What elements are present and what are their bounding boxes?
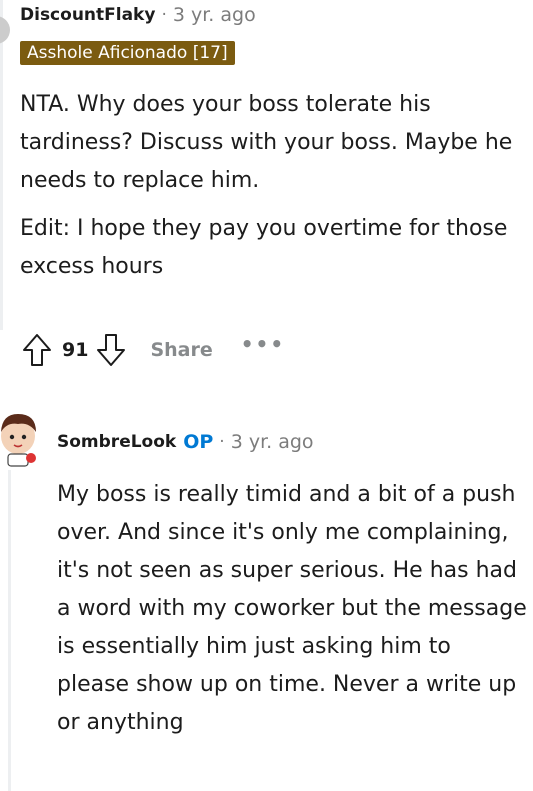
upvote-icon[interactable] [20, 330, 54, 370]
reply-timestamp[interactable]: 3 yr. ago [231, 431, 314, 453]
user-flair: Asshole Aficionado [17] [20, 41, 235, 65]
op-badge: OP [183, 431, 214, 453]
vote-score: 91 [62, 339, 89, 361]
more-options-button[interactable]: ••• [241, 332, 285, 356]
reply-body: My boss is really timid and a bit of a p… [57, 482, 527, 735]
downvote-icon[interactable] [94, 330, 128, 370]
thread-line-reply[interactable] [8, 470, 11, 791]
timestamp[interactable]: 3 yr. ago [173, 4, 256, 26]
username[interactable]: DiscountFlaky [20, 5, 155, 25]
comment-paragraph: NTA. Why does your boss tolerate his tar… [20, 92, 513, 193]
separator-dot: · [161, 5, 167, 25]
thread-line-top[interactable] [0, 0, 3, 330]
reply-meta: SombreLook OP · 3 yr. ago [57, 431, 314, 453]
comment-meta: DiscountFlaky · 3 yr. ago [20, 4, 256, 26]
comment-body: NTA. Why does your boss tolerate his tar… [20, 86, 530, 286]
comment-paragraph: Edit: I hope they pay you overtime for t… [20, 216, 508, 279]
reply-username[interactable]: SombreLook [57, 432, 176, 452]
commenter-avatar[interactable] [0, 16, 10, 44]
reply-avatar[interactable] [0, 404, 44, 468]
comment-actions: 91 Share ••• [20, 330, 285, 370]
separator-dot: · [219, 432, 225, 452]
share-button[interactable]: Share [150, 339, 212, 361]
